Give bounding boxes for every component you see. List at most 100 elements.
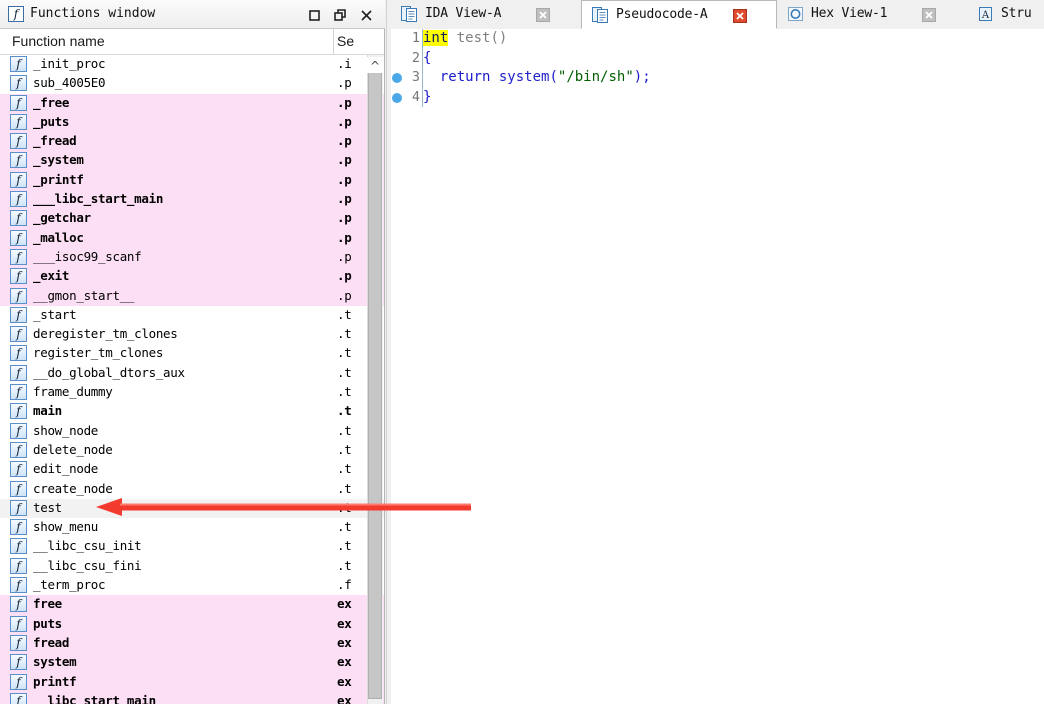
editor-tab-label: Hex View-1 — [811, 6, 888, 21]
function-f-icon: f — [10, 557, 27, 574]
function-segment-label: .p — [337, 171, 352, 187]
function-list-item[interactable]: f test .t — [0, 498, 384, 519]
function-segment-label: .p — [337, 113, 352, 129]
function-segment-label: .i — [337, 56, 352, 71]
code-token: ( — [549, 69, 558, 85]
function-segment-label: .p — [337, 133, 352, 149]
document-view-icon — [592, 6, 609, 24]
function-list-item[interactable]: f _free .p — [0, 93, 384, 113]
code-token: system — [498, 69, 550, 85]
function-f-icon: f — [10, 461, 27, 478]
function-list-item[interactable]: f sub_4005E0 .p — [0, 74, 384, 94]
function-list-item[interactable]: f __libc_csu_init .t — [0, 537, 384, 557]
column-header-segment[interactable]: Se — [337, 33, 359, 49]
function-f-icon: f — [10, 133, 27, 150]
functions-list-area[interactable]: Function name Se f _init_proc .i f sub_4005E… — [0, 29, 385, 704]
function-segment-label: .p — [337, 152, 352, 168]
function-segment-label: .t — [337, 306, 352, 322]
function-list-item[interactable]: f __do_global_dtors_aux .t — [0, 363, 384, 384]
function-f-icon: f — [10, 596, 27, 613]
function-list-item[interactable]: f show_menu .t — [0, 518, 384, 538]
function-f-icon: f — [10, 94, 27, 111]
close-icon[interactable] — [733, 9, 747, 23]
function-f-icon: f — [10, 364, 27, 381]
function-list-item[interactable]: f puts ex — [0, 614, 384, 634]
pseudocode-pane[interactable]: 1 int test() 2{3 return system("/bin/sh");… — [391, 29, 1044, 704]
function-list-item[interactable]: f ___libc_start_main .p — [0, 190, 384, 210]
function-name-label: _system — [33, 152, 84, 168]
function-list-item[interactable]: f register_tm_clones .t — [0, 344, 384, 364]
function-list-item[interactable]: f _fread .p — [0, 132, 384, 152]
code-line-text: } — [423, 89, 431, 105]
code-token: return — [439, 69, 491, 85]
editor-tab-pseudocode-a[interactable]: Pseudocode-A — [581, 0, 777, 29]
restore-icon[interactable] — [333, 8, 348, 23]
function-segment-label: .t — [337, 403, 352, 419]
editor-tab-ida-view-a[interactable]: IDA View-A — [391, 0, 581, 29]
maximize-icon[interactable] — [307, 8, 322, 23]
column-header-function-name[interactable]: Function name — [12, 33, 105, 49]
function-name-label: delete_node — [33, 441, 113, 457]
function-list-item[interactable]: f _getchar .p — [0, 209, 384, 229]
function-segment-label: .t — [337, 557, 352, 573]
function-list-item[interactable]: f _exit .p — [0, 267, 384, 287]
functions-window-titlebar: f Functions window — [0, 0, 385, 29]
code-token: test() — [448, 30, 508, 46]
hex-view-icon — [787, 5, 804, 23]
function-list-item[interactable]: f main .t — [0, 402, 384, 422]
code-line-text: { — [423, 50, 431, 66]
code-line[interactable]: 1 int test() — [391, 29, 1044, 49]
function-list-item[interactable]: f _init_proc .i — [0, 55, 384, 75]
function-segment-label: .t — [337, 422, 352, 438]
function-name-label: _free — [33, 94, 70, 110]
editor-tabstrip: IDA View-A Pseudocode-A Hex View-1 A Stru — [391, 0, 1044, 29]
function-list-item[interactable]: f _malloc .p — [0, 228, 384, 248]
function-list-item[interactable]: f create_node .t — [0, 479, 384, 499]
function-list-item[interactable]: f _start .t — [0, 305, 384, 326]
function-list-item[interactable]: f _term_proc .f — [0, 576, 384, 596]
function-list-item[interactable]: f ___isoc99_scanf .p — [0, 247, 384, 268]
function-segment-label: .p — [337, 210, 352, 226]
code-line[interactable]: 2{ — [391, 49, 1044, 69]
function-list-item[interactable]: f edit_node .t — [0, 460, 384, 480]
close-icon[interactable] — [536, 8, 550, 22]
function-list-item[interactable]: f __libc_start_main ex — [0, 691, 384, 704]
code-token: "/bin/sh" — [557, 69, 634, 85]
function-list-item[interactable]: f system ex — [0, 653, 384, 673]
function-list-item[interactable]: f show_node .t — [0, 421, 384, 441]
function-list-item[interactable]: f _system .p — [0, 151, 384, 171]
code-token: ; — [642, 69, 651, 85]
function-segment-label: .t — [337, 326, 352, 342]
function-segment-label: .t — [337, 364, 352, 380]
svg-text:A: A — [981, 10, 990, 21]
function-f-icon: f — [10, 499, 27, 516]
function-segment-label: .t — [337, 384, 352, 400]
function-list-item[interactable]: f _puts .p — [0, 112, 384, 133]
function-segment-label: ex — [337, 634, 352, 650]
functions-list-scrollbar-thumb[interactable] — [368, 59, 382, 699]
editor-tab-stru[interactable]: A Stru — [967, 0, 1044, 29]
function-f-icon: f — [10, 692, 27, 704]
function-list-item[interactable]: f _printf .p — [0, 170, 384, 191]
function-name-label: _puts — [33, 113, 70, 129]
editor-tab-hex-view-1[interactable]: Hex View-1 — [777, 0, 967, 29]
function-segment-label: .t — [337, 499, 352, 515]
function-list-item[interactable]: f fread ex — [0, 633, 384, 654]
code-line[interactable]: 3 return system("/bin/sh"); — [391, 68, 1044, 88]
function-name-label: fread — [33, 634, 70, 650]
close-icon[interactable] — [359, 8, 374, 23]
function-name-label: register_tm_clones — [33, 345, 164, 361]
function-segment-label: ex — [337, 673, 352, 689]
code-line[interactable]: 4} — [391, 88, 1044, 108]
close-icon[interactable] — [922, 8, 936, 22]
function-list-item[interactable]: f frame_dummy .t — [0, 383, 384, 403]
function-list-item[interactable]: f printf ex — [0, 672, 384, 692]
function-list-item[interactable]: f __libc_csu_fini .t — [0, 556, 384, 577]
function-list-item[interactable]: f delete_node .t — [0, 440, 384, 461]
function-list-item[interactable]: f free ex — [0, 595, 384, 615]
function-list-item[interactable]: f deregister_tm_clones .t — [0, 325, 384, 345]
chevron-up-icon[interactable]: ^ — [370, 60, 380, 72]
function-list-item[interactable]: f __gmon_start__ .p — [0, 286, 384, 306]
